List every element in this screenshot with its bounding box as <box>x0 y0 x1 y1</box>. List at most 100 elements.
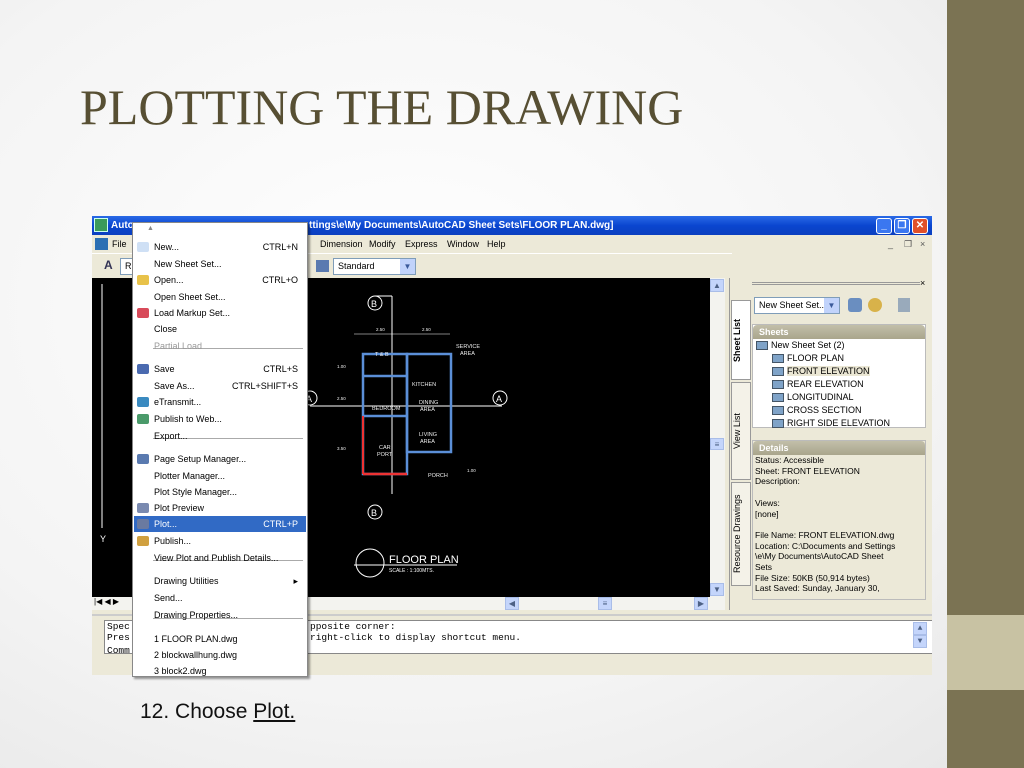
menu-window[interactable]: Window <box>447 235 479 253</box>
menu-item-label: 2 blockwallhung.dwg <box>154 650 238 660</box>
menu-item-plot[interactable]: Plot... CTRL+P <box>134 516 306 532</box>
menu-item-drawing-properties[interactable]: Drawing Properties... <box>134 607 306 623</box>
menu-item-close[interactable]: Close <box>134 321 306 337</box>
menu-item-drawing-utilities[interactable]: Drawing Utilities ▸ <box>134 573 306 589</box>
sheet-set-root[interactable]: New Sheet Set (2) <box>756 339 925 352</box>
menu-item-label: eTransmit... <box>154 397 202 407</box>
room-label: PORT <box>377 452 393 458</box>
scroll-up-icon[interactable]: ▲ <box>710 279 724 292</box>
menu-item-save[interactable]: Save CTRL+S <box>134 361 306 377</box>
sheet-item[interactable]: REAR ELEVATION <box>756 378 925 391</box>
menu-dimension[interactable]: Dimension <box>320 235 363 253</box>
menu-item-new[interactable]: New... CTRL+N <box>134 239 306 255</box>
menu-item-label: Drawing Properties... <box>154 610 239 620</box>
sheet-item-selected[interactable]: FRONT ELEVATION <box>756 365 925 378</box>
cmd-scroll-down-icon[interactable]: ▼ <box>913 635 927 648</box>
hscroll-thumb[interactable]: ≡ <box>598 597 612 610</box>
menu-item-etransmit[interactable]: eTransmit... <box>134 394 306 410</box>
sheet-item[interactable]: FLOOR PLAN <box>756 352 925 365</box>
room-label: DINING <box>419 400 438 406</box>
panel-grip[interactable] <box>752 282 920 285</box>
menu-item-open-sheet-set[interactable]: Open Sheet Set... <box>134 289 306 305</box>
menu-item-send[interactable]: Send... <box>134 590 306 606</box>
menu-modify[interactable]: Modify <box>369 235 396 253</box>
plan-scale: SCALE : 1:100MTS. <box>389 568 434 574</box>
root-label: New Sheet Set (2) <box>771 340 845 350</box>
publish-icon[interactable] <box>848 298 862 312</box>
menu-item-icon <box>137 308 149 318</box>
menu-item-open[interactable]: Open... CTRL+O <box>134 272 306 288</box>
menu-item-1-floor-plan-dwg[interactable]: 1 FLOOR PLAN.dwg <box>134 631 306 647</box>
plan-title: FLOOR PLAN <box>389 554 459 566</box>
layout-tab-nav-icon[interactable]: |◀ ◀ ▶ <box>94 597 119 606</box>
menu-item-new-sheet-set[interactable]: New Sheet Set... <box>134 256 306 272</box>
doc-close-button[interactable]: × <box>920 235 925 253</box>
menu-item-label: 1 FLOOR PLAN.dwg <box>154 634 238 644</box>
tab-resource-drawings[interactable]: Resource Drawings <box>731 482 751 586</box>
scroll-right-icon[interactable]: ▶ <box>694 597 708 610</box>
menu-help[interactable]: Help <box>487 235 506 253</box>
menu-item-2-blockwallhung-dwg[interactable]: 2 blockwallhung.dwg <box>134 647 306 663</box>
menu-item-view-plot-and-publish-details[interactable]: View Plot and Publish Details... <box>134 550 306 566</box>
chevron-down-icon[interactable]: ▼ <box>824 298 839 313</box>
sheet-selection-icon[interactable] <box>868 298 882 312</box>
sheets-section: Sheets New Sheet Set (2) FLOOR PLAN FRON… <box>752 324 926 430</box>
menu-item-label: Plot... <box>154 519 178 529</box>
menu-item-label: Plotter Manager... <box>154 471 226 481</box>
slide-side-strip <box>947 0 1024 768</box>
detail-line: File Size: 50KB (50,914 bytes) <box>755 572 870 583</box>
menu-express[interactable]: Express <box>405 235 438 253</box>
menu-item-label: Export... <box>154 431 188 441</box>
menu-scroll-up-icon[interactable]: ▲ <box>147 225 154 232</box>
menu-item-save-as[interactable]: Save As... CTRL+SHIFT+S <box>134 378 306 394</box>
detail-line: Location: C:\Documents and Settings <box>755 540 896 551</box>
dim-style-combo[interactable]: Standard ▼ <box>333 258 416 275</box>
menu-item-label: New Sheet Set... <box>154 259 222 269</box>
menu-item-label: Partial Load <box>154 341 203 351</box>
tab-view-list[interactable]: View List <box>731 382 751 480</box>
menu-item-plotter-manager[interactable]: Plotter Manager... <box>134 468 306 484</box>
menu-item-publish[interactable]: Publish... <box>134 533 306 549</box>
menu-item-plot-style-manager[interactable]: Plot Style Manager... <box>134 484 306 500</box>
menu-item-publish-to-web[interactable]: Publish to Web... <box>134 411 306 427</box>
maximize-button[interactable]: ❐ <box>894 218 910 234</box>
cmd-left-1: Spec <box>107 621 130 632</box>
sheet-item[interactable]: RIGHT SIDE ELEVATION <box>756 417 925 430</box>
menu-item-label: Open... <box>154 275 184 285</box>
close-button[interactable]: ✕ <box>912 218 928 234</box>
model-view-icon[interactable] <box>898 298 910 312</box>
panel-close-icon[interactable]: × <box>920 278 925 288</box>
menu-item-3-block2-dwg[interactable]: 3 block2.dwg <box>134 663 306 679</box>
details-section: Details Status: Accessible Sheet: FRONT E… <box>752 440 926 600</box>
sheet-icon <box>772 380 784 390</box>
scroll-left-icon[interactable]: ◀ <box>505 597 519 610</box>
minimize-button[interactable]: _ <box>876 218 892 234</box>
menu-item-icon <box>137 414 149 424</box>
doc-minimize-button[interactable]: _ <box>888 235 893 253</box>
menu-item-icon <box>137 275 149 285</box>
room-label: AREA <box>420 407 435 413</box>
menu-item-page-setup-manager[interactable]: Page Setup Manager... <box>134 451 306 467</box>
scroll-down-icon[interactable]: ▼ <box>710 583 724 596</box>
sheet-item[interactable]: LONGITUDINAL <box>756 391 925 404</box>
sheet-item[interactable]: CROSS SECTION <box>756 404 925 417</box>
cmd-prompt[interactable]: Comm <box>107 645 130 656</box>
menu-item-plot-preview[interactable]: Plot Preview <box>134 500 306 516</box>
tab-sheet-list[interactable]: Sheet List <box>731 300 751 380</box>
menu-item-partial-load[interactable]: Partial Load <box>134 338 306 354</box>
room-label: KITCHEN <box>412 382 436 388</box>
scroll-thumb[interactable]: ≡ <box>710 438 724 450</box>
menu-item-load-markup-set[interactable]: Load Markup Set... <box>134 305 306 321</box>
caption-plot-link[interactable]: Plot. <box>253 700 295 723</box>
sheet-label: RIGHT SIDE ELEVATION <box>787 418 891 428</box>
menu-file[interactable]: File <box>112 235 127 253</box>
sheet-tree: New Sheet Set (2) FLOOR PLAN FRONT ELEVA… <box>753 339 925 430</box>
sheet-set-combo[interactable]: New Sheet Set... ▼ <box>754 297 840 314</box>
menu-item-label: New... <box>154 242 180 252</box>
slide-title: PLOTTING THE DRAWING <box>80 79 684 135</box>
menu-item-export[interactable]: Export... <box>134 428 306 444</box>
chevron-down-icon[interactable]: ▼ <box>400 259 415 274</box>
doc-restore-button[interactable]: ❐ <box>904 235 912 253</box>
drawing-vertical-scrollbar[interactable]: ▲ ≡ ▼ <box>710 278 725 597</box>
cmd-scroll-up-icon[interactable]: ▲ <box>913 622 927 635</box>
